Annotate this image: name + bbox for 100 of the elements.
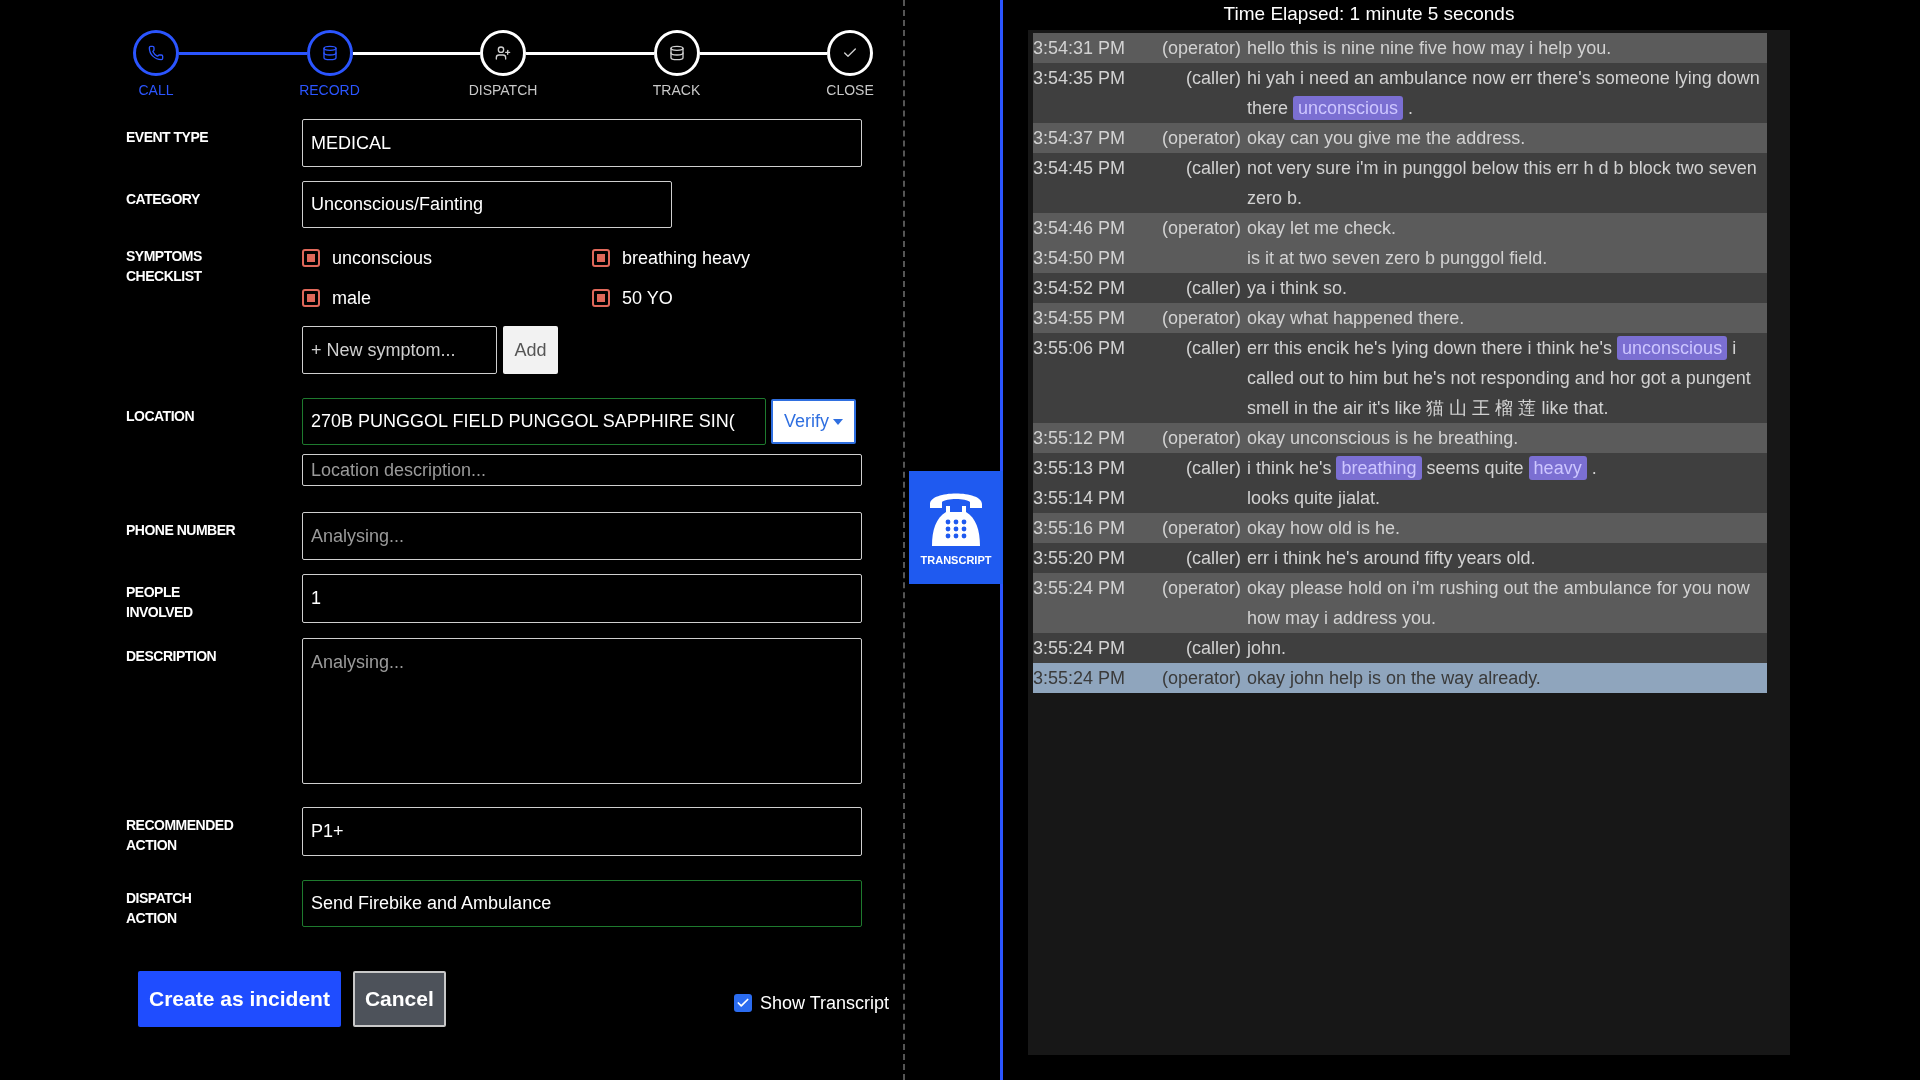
timestamp: 3:55:24 PM: [1033, 577, 1127, 600]
transcript-entry[interactable]: 3:55:16 PM (operator) okay how old is he.: [1033, 513, 1767, 543]
new-symptom-field[interactable]: + New symptom...: [302, 326, 497, 374]
location-description-field[interactable]: Location description...: [302, 454, 862, 486]
field-label: CATEGORY: [126, 190, 201, 209]
step-label: CLOSE: [826, 81, 874, 100]
text-field[interactable]: 1: [302, 574, 862, 623]
transcript-tab-label: TRANSCRIPT: [920, 553, 992, 569]
verify-dropdown-button[interactable]: Verify: [771, 399, 856, 444]
cancel-button[interactable]: Cancel: [352, 971, 446, 1027]
checkbox-label: breathing heavy: [622, 246, 751, 270]
timestamp: 3:55:16 PM: [1033, 517, 1127, 540]
text-field[interactable]: Unconscious/Fainting: [302, 181, 672, 228]
transcript-entry[interactable]: 3:55:24 PM (caller) john.: [1033, 633, 1767, 663]
check-icon: [735, 996, 750, 1010]
text-field[interactable]: P1+: [302, 807, 862, 856]
checkbox-label: 50 YO: [622, 286, 673, 310]
utterance-text: looks quite jialat.: [1247, 487, 1382, 510]
timestamp: 3:55:20 PM: [1033, 547, 1127, 570]
database-icon: [668, 45, 685, 61]
transcript-tab[interactable]: TRANSCRIPT: [909, 471, 1003, 584]
speaker-label: (caller): [1186, 337, 1241, 360]
utterance-text: err i think he's around fifty years old.: [1247, 547, 1537, 570]
description-field[interactable]: Analysing...: [302, 638, 862, 784]
checkbox-label: unconscious: [332, 246, 433, 270]
timestamp: 3:54:31 PM: [1033, 37, 1127, 60]
transcript-entry[interactable]: 3:54:31 PM (operator) hello this is nine nine five how may i help you.: [1033, 33, 1767, 63]
step-label: DISPATCH: [468, 81, 538, 100]
utterance-text: not very sure i'm in punggol below this err h d b block two seven zero b.: [1247, 157, 1758, 210]
create-incident-button[interactable]: Create as incident: [138, 971, 341, 1027]
utterance-text: okay how old is he.: [1247, 517, 1402, 540]
utterance-text: okay unconscious is he breathing.: [1247, 427, 1520, 450]
checkbox-label: male: [332, 286, 371, 310]
transcript-entry[interactable]: 3:54:37 PM (operator) okay can you give me the address.: [1033, 123, 1767, 153]
speaker-label: (operator): [1161, 667, 1241, 690]
utterance-text: hello this is nine nine five how may i help you.: [1247, 37, 1613, 60]
speaker-label: (operator): [1161, 427, 1241, 450]
timestamp: 3:55:06 PM: [1033, 337, 1127, 360]
utterance-text: okay let me check.: [1247, 217, 1398, 240]
utterance-text: okay can you give me the address.: [1247, 127, 1527, 150]
text-field[interactable]: 270B PUNGGOL FIELD PUNGGOL SAPPHIRE SIN(: [302, 398, 766, 445]
checkbox[interactable]: [592, 289, 610, 307]
speaker-label: (caller): [1186, 277, 1241, 300]
caret-icon: [833, 418, 843, 425]
field-label: DISPATCH ACTION: [126, 889, 193, 928]
transcript-entry[interactable]: 3:54:45 PM (caller) not very sure i'm in punggol below this err h d b block two seven zero b.: [1033, 153, 1767, 213]
checkbox[interactable]: [733, 994, 752, 1012]
speaker-label: (caller): [1186, 157, 1241, 180]
transcript-entry[interactable]: 3:55:06 PM (caller) err this encik he's lying down there i think he's unconscious i called out to him but he's not responding and hor got a pungent smell in the air it's like 猫 山 王 榴 莲 like that.: [1033, 333, 1767, 423]
speaker-label: (operator): [1161, 37, 1241, 60]
database-icon: [321, 45, 338, 61]
transcript-entry[interactable]: 3:55:13 PM (caller) i think he's breathing seems quite heavy . 3:55:14 PM looks quite jialat.: [1033, 453, 1767, 513]
phone-icon: [148, 45, 164, 61]
utterance-text: i think he's breathing seems quite heavy .: [1247, 455, 1598, 482]
speaker-label: (operator): [1161, 517, 1241, 540]
text-field[interactable]: MEDICAL: [302, 119, 862, 167]
timestamp: 3:54:35 PM: [1033, 67, 1127, 90]
timestamp: 3:54:50 PM: [1033, 247, 1127, 270]
checkbox-label: Show Transcript: [759, 991, 889, 1015]
speaker-label: (caller): [1186, 457, 1241, 480]
utterance-text: okay john help is on the way already.: [1247, 667, 1542, 690]
transcript-entry[interactable]: 3:54:35 PM (caller) hi yah i need an ambulance now err there's someone lying down there unconscious .: [1033, 63, 1767, 123]
timestamp: 3:54:52 PM: [1033, 277, 1127, 300]
transcript-entry[interactable]: 3:55:20 PM (caller) err i think he's around fifty years old.: [1033, 543, 1767, 573]
field-label: LOCATION: [126, 407, 196, 426]
speaker-label: (operator): [1161, 127, 1241, 150]
transcript-entry[interactable]: 3:55:12 PM (operator) okay unconscious is he breathing.: [1033, 423, 1767, 453]
timestamp: 3:55:13 PM: [1033, 457, 1127, 480]
timestamp: 3:54:55 PM: [1033, 307, 1127, 330]
speaker-label: (operator): [1161, 307, 1241, 330]
speaker-label: (caller): [1186, 67, 1241, 90]
add-button[interactable]: Add: [503, 326, 558, 374]
transcript-entry[interactable]: 3:55:24 PM (operator) okay please hold on i'm rushing out the ambulance for you now how may i address you.: [1033, 573, 1767, 633]
timestamp: 3:55:14 PM: [1033, 487, 1127, 510]
text-field[interactable]: Analysing...: [302, 512, 862, 560]
time-elapsed-title: Time Elapsed: 1 minute 5 seconds: [1222, 2, 1516, 26]
text-field[interactable]: Send Firebike and Ambulance: [302, 880, 862, 927]
timestamp: 3:55:24 PM: [1033, 667, 1127, 690]
field-label: DESCRIPTION: [126, 647, 218, 666]
speaker-label: (operator): [1161, 217, 1241, 240]
utterance-text: okay please hold on i'm rushing out the ambulance for you now how may i address you.: [1247, 577, 1751, 630]
utterance-text: err this encik he's lying down there i think he's unconscious i called out to him but he's not responding and hor got a pungent smell in the air it's like 猫 山 王 榴 莲 like that.: [1247, 335, 1752, 420]
transcript-entry[interactable]: 3:55:24 PM (operator) okay john help is on the way already.: [1033, 663, 1767, 693]
transcript-entry[interactable]: 3:54:55 PM (operator) okay what happened there.: [1033, 303, 1767, 333]
field-label: PEOPLE INVOLVED: [126, 583, 194, 622]
step-label: TRACK: [652, 81, 701, 100]
speaker-label: (caller): [1186, 547, 1241, 570]
checkbox[interactable]: [302, 289, 320, 307]
field-label: EVENT TYPE: [126, 128, 210, 147]
step-label: CALL: [138, 81, 174, 100]
utterance-text: hi yah i need an ambulance now err there's someone lying down there unconscious .: [1247, 67, 1761, 122]
field-label: RECOMMENDED ACTION: [126, 816, 235, 855]
checkbox[interactable]: [302, 249, 320, 267]
utterance-text: ya i think so.: [1247, 277, 1349, 300]
checkbox[interactable]: [592, 249, 610, 267]
transcript-entry[interactable]: 3:54:46 PM (operator) okay let me check. 3:54:50 PM is it at two seven zero b punggol field.: [1033, 213, 1767, 273]
utterance-text: john.: [1247, 637, 1288, 660]
transcript-entry[interactable]: 3:54:52 PM (caller) ya i think so.: [1033, 273, 1767, 303]
speaker-label: (caller): [1186, 637, 1241, 660]
field-label: SYMPTOMS CHECKLIST: [126, 247, 203, 286]
